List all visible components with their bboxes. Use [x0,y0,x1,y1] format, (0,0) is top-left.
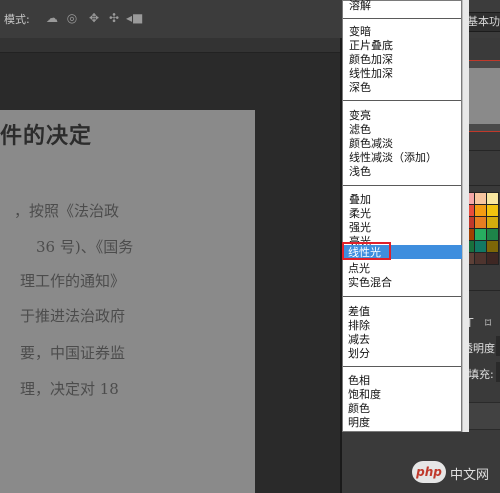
blend-item-color[interactable]: 颜色 [348,402,458,415]
blend-item-screen[interactable]: 滤色 [349,123,371,136]
watermark-text: 中文网 [450,468,490,483]
fill-label: 填充: [468,368,494,381]
blend-item-dissolve[interactable]: 溶解 [349,0,371,12]
blend-item-divide[interactable]: 划分 [348,347,370,360]
document-line: ，按照《法治政 [14,202,120,220]
blend-item-darker-color[interactable]: 深色 [349,81,371,94]
blend-item-soft-light[interactable]: 柔光 [349,207,371,220]
php-logo: php [412,461,446,483]
document-canvas[interactable] [0,110,255,493]
selection-callout-box [342,242,391,260]
blend-item-linear-dodge[interactable]: 线性减淡（添加） [349,151,437,164]
blend-item-linear-burn[interactable]: 线性加深 [349,67,393,80]
fill-field[interactable] [496,362,500,382]
shape-filter-icon[interactable]: ⌑ [485,316,497,330]
menu-separator [343,366,461,367]
video-camera-icon[interactable]: ◂■ [126,11,143,25]
dropdown-scrollbar[interactable] [462,0,469,432]
document-title: 件的决定 [0,123,93,149]
opacity-field[interactable] [496,336,500,356]
blend-item-darken[interactable]: 变暗 [349,25,371,38]
pan-3d-icon[interactable]: ✥ [86,11,102,25]
blend-item-overlay[interactable]: 叠加 [349,193,371,206]
blend-item-multiply[interactable]: 正片叠底 [349,39,393,52]
blend-item-lighten[interactable]: 变亮 [349,109,371,122]
document-tab-strip [0,38,340,53]
document-line: 要，中国证券监 [20,344,126,362]
orbit-3d-icon[interactable]: ☁ [44,11,60,25]
blend-item-exclusion[interactable]: 排除 [348,319,370,332]
blend-item-subtract[interactable]: 减去 [348,333,370,346]
document-line: 36 号)、《国务 [36,238,134,256]
menu-separator [343,296,461,297]
document-line: 理工作的通知》 [20,272,126,290]
slide-3d-icon[interactable]: ✣ [106,11,122,25]
blend-item-lighter-color[interactable]: 浅色 [349,165,371,178]
blend-item-hard-light[interactable]: 强光 [349,221,371,234]
blend-item-color-dodge[interactable]: 颜色减淡 [349,137,393,150]
mode-label: 模式: [4,13,30,26]
blend-item-hard-mix[interactable]: 实色混合 [348,276,392,289]
swatch[interactable] [486,252,499,265]
navigator-thumbnail [467,68,500,124]
document-line: 理，决定对 18 [20,380,119,398]
document-line: 于推进法治政府 [20,307,126,325]
roll-3d-icon[interactable]: ◎ [64,11,80,25]
menu-separator [343,100,461,101]
blend-item-difference[interactable]: 差值 [348,305,370,318]
menu-separator [343,185,461,186]
blend-item-hue[interactable]: 色相 [348,374,370,387]
blend-item-saturation[interactable]: 饱和度 [348,388,381,401]
menu-separator [343,18,461,19]
blend-item-pin-light[interactable]: 点光 [348,262,370,275]
blend-item-luminosity[interactable]: 明度 [348,416,458,429]
blend-item-color-burn[interactable]: 颜色加深 [349,53,393,66]
